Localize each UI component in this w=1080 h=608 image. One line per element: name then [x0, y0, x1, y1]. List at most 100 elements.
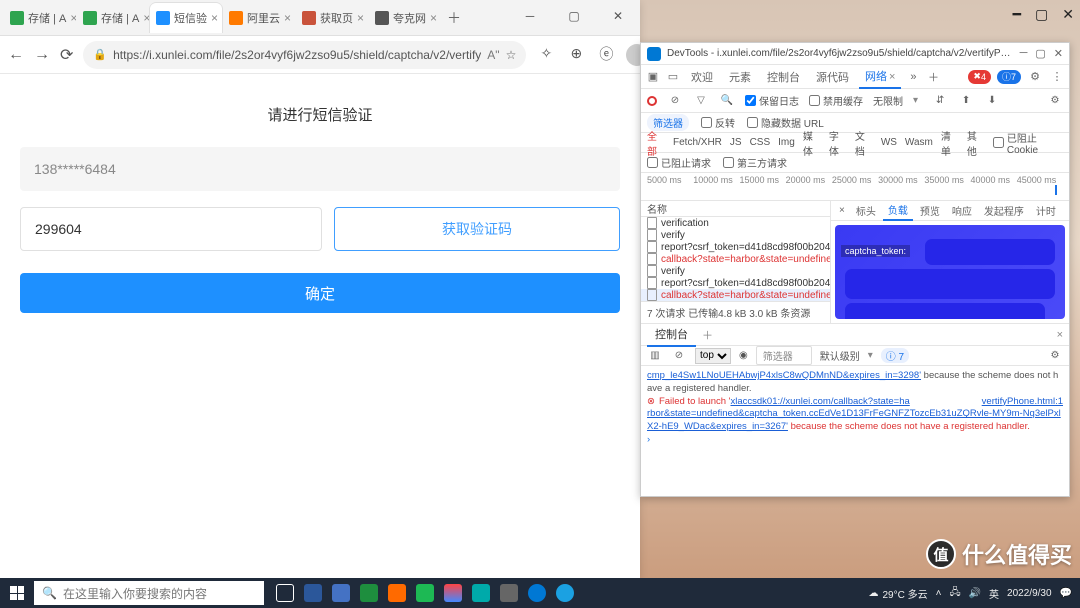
wifi-icon[interactable]: ⇵	[932, 93, 948, 109]
detail-tab-initiator[interactable]: 发起程序	[979, 201, 1029, 220]
tab-4[interactable]: 获取页×	[296, 3, 368, 33]
device-icon[interactable]: ▭	[665, 69, 681, 85]
sidebar-icon[interactable]: ▥	[647, 348, 663, 364]
info-badge[interactable]: ⓘ 7	[997, 70, 1021, 84]
app-icon[interactable]	[300, 580, 326, 606]
filter-js[interactable]: JS	[730, 137, 742, 148]
request-row[interactable]: report?csrf_token=d41d8cd98f00b204e98009	[641, 241, 830, 253]
add-tab-icon[interactable]: ＋	[925, 69, 941, 85]
tray-chevron-icon[interactable]: ˄	[936, 588, 942, 599]
maximize-button[interactable]: ▢	[552, 0, 596, 32]
tab-console[interactable]: 控制台	[761, 66, 806, 88]
throttle-select[interactable]: 无限制	[873, 93, 903, 108]
console-filter[interactable]: 筛选器	[756, 346, 812, 365]
start-button[interactable]	[0, 578, 34, 608]
console-warn-badge[interactable]: ⓘ 7	[881, 348, 909, 363]
get-code-button[interactable]: 获取验证码	[334, 207, 620, 251]
console-prompt[interactable]: ›	[647, 434, 1063, 445]
favorites-icon[interactable]: ✧	[536, 44, 556, 64]
third-party-checkbox[interactable]: 第三方请求	[723, 155, 787, 170]
blocked-cookie-checkbox[interactable]: 已阻止 Cookie	[993, 130, 1063, 156]
detail-tab-payload[interactable]: 负载	[883, 200, 913, 221]
tab-network[interactable]: 网络×	[859, 65, 901, 89]
confirm-button[interactable]: 确定	[20, 273, 620, 313]
close-button[interactable]: ✕	[596, 0, 640, 32]
detail-tab-preview[interactable]: 预览	[915, 201, 945, 220]
app-icon[interactable]	[524, 580, 550, 606]
app-icon[interactable]	[328, 580, 354, 606]
download-icon[interactable]: ⬇	[984, 93, 1000, 109]
request-row[interactable]: verify	[641, 265, 830, 277]
context-select[interactable]: top	[695, 348, 731, 364]
tab-welcome[interactable]: 欢迎	[685, 66, 719, 88]
close-icon[interactable]: ✕	[1062, 6, 1074, 23]
app-icon[interactable]	[356, 580, 382, 606]
tab-5[interactable]: 夸克网×	[369, 3, 441, 33]
weather-widget[interactable]: ☁ 29°C 多云	[868, 586, 927, 601]
disable-cache-checkbox[interactable]: 禁用缓存	[809, 93, 863, 108]
preserve-log-checkbox[interactable]: 保留日志	[745, 93, 799, 108]
back-button[interactable]: ←	[8, 45, 24, 65]
new-tab-button[interactable]: ＋	[442, 6, 466, 30]
error-badge[interactable]: ✖ 4	[968, 70, 991, 84]
detail-tab-timing[interactable]: 计时	[1031, 201, 1061, 220]
detail-tab-response[interactable]: 响应	[947, 201, 977, 220]
minimize-button[interactable]: ─	[1020, 47, 1028, 60]
sms-code-input[interactable]	[20, 207, 322, 251]
drawer-close-icon[interactable]: ×	[1057, 329, 1063, 341]
request-row[interactable]: report?csrf_token=d41d8cd98f00b204e98009	[641, 277, 830, 289]
minimize-button[interactable]: ─	[508, 0, 552, 32]
console-settings-icon[interactable]: ⚙	[1047, 348, 1063, 364]
detail-tab-headers[interactable]: 标头	[851, 201, 881, 220]
maximize-button[interactable]: ▢	[1035, 47, 1045, 60]
log-level[interactable]: 默认级别	[820, 348, 860, 363]
star-icon[interactable]: ☆	[506, 48, 517, 62]
drawer-add-icon[interactable]: ＋	[696, 327, 719, 343]
close-button[interactable]: ✕	[1054, 47, 1063, 60]
tab-2[interactable]: 短信验×	[150, 3, 222, 33]
app-icon[interactable]	[468, 580, 494, 606]
app-icon[interactable]	[496, 580, 522, 606]
request-row[interactable]: verify	[641, 229, 830, 241]
forward-button[interactable]: →	[34, 45, 50, 65]
settings-icon[interactable]: ⚙	[1027, 69, 1043, 85]
close-detail-icon[interactable]: ×	[835, 205, 849, 216]
tray-ime-icon[interactable]: 英	[989, 586, 999, 601]
tray-date[interactable]: 2022/9/30	[1007, 588, 1052, 599]
request-row[interactable]: verification	[641, 217, 830, 229]
tray-network-icon[interactable]: 🖧	[949, 585, 960, 602]
collections-icon[interactable]: ⊕	[566, 44, 586, 64]
filter-fetch[interactable]: Fetch/XHR	[673, 137, 722, 148]
address-bar[interactable]: 🔒 https://i.xunlei.com/file/2s2or4vyf6jw…	[83, 41, 526, 69]
tray-volume-icon[interactable]: 🔊	[969, 588, 981, 599]
clear-button[interactable]: ⊘	[667, 93, 683, 109]
minimize-icon[interactable]: ━	[1013, 6, 1021, 23]
reading-mode-badge[interactable]: A"	[487, 48, 499, 62]
blocked-req-checkbox[interactable]: 已阻止请求	[647, 155, 711, 170]
taskbar-search[interactable]: 🔍 在这里输入你要搜索的内容	[34, 581, 264, 605]
app-icon[interactable]	[384, 580, 410, 606]
tab-0[interactable]: 存储 | A×	[4, 3, 76, 33]
eye-icon[interactable]: ◉	[739, 350, 748, 361]
drawer-tab-console[interactable]: 控制台	[647, 323, 696, 347]
refresh-button[interactable]: ⟳	[60, 45, 73, 65]
filter-img[interactable]: Img	[778, 137, 795, 148]
ie-mode-icon[interactable]: ⓔ	[596, 44, 616, 64]
tray-notification-icon[interactable]: 💬	[1060, 588, 1072, 599]
menu-icon[interactable]: ⋮	[1049, 69, 1065, 85]
tab-3[interactable]: 阿里云×	[223, 3, 295, 33]
network-timeline[interactable]: 5000 ms10000 ms15000 ms20000 ms25000 ms3…	[641, 173, 1069, 201]
column-name[interactable]: 名称	[641, 201, 830, 217]
inspect-icon[interactable]: ▣	[645, 69, 661, 85]
filter-icon[interactable]: ▽	[693, 93, 709, 109]
tab-1[interactable]: 存储 | A×	[77, 3, 149, 33]
filter-wasm[interactable]: Wasm	[905, 137, 933, 148]
app-icon[interactable]	[552, 580, 578, 606]
request-row[interactable]: callback?state=harbor&state=undefined&ca…	[641, 253, 830, 265]
maximize-icon[interactable]: ▢	[1035, 6, 1048, 23]
tab-sources[interactable]: 源代码	[810, 66, 855, 88]
filter-css[interactable]: CSS	[750, 137, 771, 148]
invert-checkbox[interactable]: 反转	[701, 115, 735, 130]
filter-ws[interactable]: WS	[881, 137, 897, 148]
settings-icon[interactable]: ⚙	[1047, 93, 1063, 109]
